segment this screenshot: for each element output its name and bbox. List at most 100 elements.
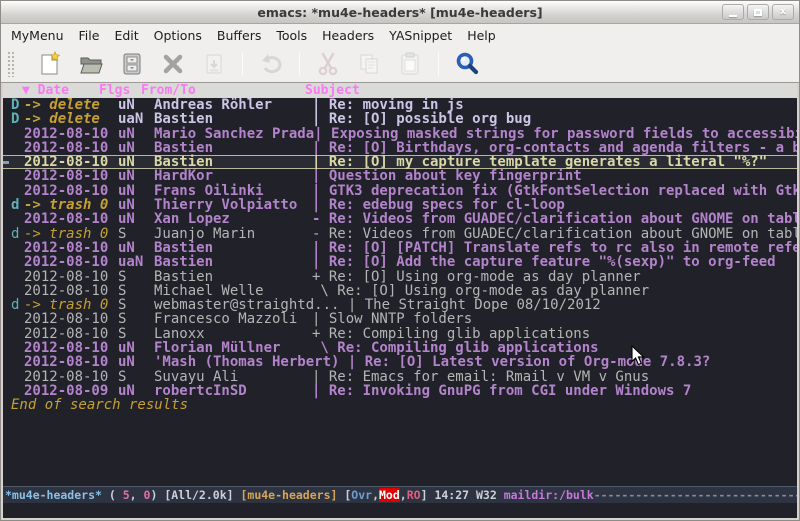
mark-field: [11, 169, 24, 183]
flags-field: S: [118, 327, 154, 341]
from-field: Michael Welle: [154, 284, 312, 298]
menu-item-headers[interactable]: Headers: [322, 28, 374, 43]
message-row[interactable]: 2012-08-10uNMario Sanchez Prada| Exposin…: [3, 127, 797, 141]
from-field: Xan Lopez: [154, 212, 312, 226]
subject-field: + Re: [O] Using org-mode as day planner: [312, 270, 641, 284]
message-row[interactable]: D-> deleteuNAndreas Röhler| Re: moving i…: [3, 98, 797, 112]
message-row[interactable]: 2012-08-10uNBastien| Re: [O] my capture …: [3, 155, 797, 169]
toolbar-separator: [438, 52, 439, 76]
message-row[interactable]: 2012-08-10uNBastien| Re: [O] Birthdays, …: [3, 141, 797, 155]
message-row[interactable]: 2012-08-10uaNBastien| Re: [O] Add the ca…: [3, 255, 797, 269]
flags-field: S: [118, 312, 154, 326]
message-row[interactable]: 2012-08-10SFrancesco Mazzoli| Slow NNTP …: [3, 312, 797, 326]
new-file-button[interactable]: [37, 51, 63, 77]
message-row[interactable]: 2012-08-10SSuvayu Ali| Re: Emacs for ema…: [3, 370, 797, 384]
modeline-segment: [mu4e-headers]: [240, 488, 344, 502]
menu-item-buffers[interactable]: Buffers: [217, 28, 261, 43]
mark-field: [11, 141, 24, 155]
from-field: 'Mash (Thomas Herbert): [154, 355, 339, 369]
from-field: Bastien: [154, 255, 312, 269]
subject-field: \ Re: Compiling glib applications: [312, 341, 599, 355]
open-file-button[interactable]: [78, 51, 104, 77]
modeline-segment: ]: [421, 488, 435, 502]
mark-field: [11, 341, 24, 355]
menu-item-edit[interactable]: Edit: [114, 28, 138, 43]
date-field: 2012-08-10: [24, 284, 118, 298]
menu-item-options[interactable]: Options: [154, 28, 202, 43]
minimize-button[interactable]: [722, 4, 744, 20]
message-row[interactable]: 2012-08-10uNXan Lopez- Re: Videos from G…: [3, 212, 797, 226]
from-field: Mario Sanchez Prada: [154, 127, 314, 141]
modeline-segment: RO: [407, 488, 421, 502]
date-field: 2012-08-10: [24, 241, 118, 255]
mark-field: [11, 370, 24, 384]
mark-field: [11, 355, 24, 369]
message-row[interactable]: 2012-08-09uNrobertcInSD| Re: Invoking Gn…: [3, 384, 797, 398]
subject-field: | Re: Emacs for email: Rmail v VM v Gnus: [312, 370, 649, 384]
from-field: Bastien: [154, 270, 312, 284]
from-field: Frans Oilinki: [154, 184, 312, 198]
close-button[interactable]: x: [772, 4, 794, 20]
modeline-segment: maildir:/bulk: [504, 488, 594, 502]
flags-field: S: [118, 370, 154, 384]
message-row[interactable]: 2012-08-10uNFlorian Müllner \ Re: Compil…: [3, 341, 797, 355]
flags-field: S: [118, 298, 154, 312]
modeline-segment: ): [150, 488, 164, 502]
flags-field: S: [118, 227, 154, 241]
date-field: 2012-08-10: [24, 255, 118, 269]
message-row[interactable]: d-> trash 0SJuanjo Marin- Re: Videos fro…: [3, 227, 797, 241]
modeline-segment: Ovr: [351, 488, 372, 502]
clipboard-icon: [397, 51, 423, 77]
message-row[interactable]: 2012-08-10uNFrans Oilinki| GTK3 deprecat…: [3, 184, 797, 198]
new-file-icon: [38, 51, 62, 77]
from-field: Bastien: [154, 112, 312, 126]
buffer-empty-area: [3, 413, 797, 486]
date-field: 2012-08-10: [24, 141, 118, 155]
save-buffer-button[interactable]: [119, 51, 145, 77]
toolbar-grip-handle[interactable]: [7, 51, 14, 77]
date-field: 2012-08-10: [24, 212, 118, 226]
tool-bar: [1, 46, 799, 83]
message-row[interactable]: 2012-08-10uNHardKor| Question about key …: [3, 169, 797, 183]
date-field: -> delete: [24, 98, 118, 112]
message-row[interactable]: D-> deleteuaNBastien| Re: [O] possible o…: [3, 112, 797, 126]
message-row[interactable]: 2012-08-10SLanoxx+ Re: Compiling glib ap…: [3, 327, 797, 341]
menu-item-yasnippet[interactable]: YASnippet: [389, 28, 452, 43]
modeline-segment: 14:27 W32: [434, 488, 503, 502]
menu-bar: MyMenu File Edit Options Buffers Tools Headers…: [1, 24, 799, 46]
flags-field: uN: [118, 241, 154, 255]
message-row[interactable]: 2012-08-10uN'Mash (Thomas Herbert) | Re:…: [3, 355, 797, 369]
save-as-button: [201, 51, 227, 77]
save-as-icon: [202, 51, 226, 77]
menu-item-help[interactable]: Help: [467, 28, 496, 43]
menu-item-mymenu[interactable]: MyMenu: [11, 28, 64, 43]
sort-descending-icon: ▼: [22, 83, 30, 98]
menu-item-file[interactable]: File: [79, 28, 100, 43]
flags-field: uN: [118, 141, 154, 155]
subject-field: | Re: moving in js: [312, 98, 464, 112]
menu-item-tools[interactable]: Tools: [276, 28, 307, 43]
date-field: 2012-08-10: [24, 184, 118, 198]
modeline-segment: *mu4e-headers*: [5, 488, 102, 502]
message-row[interactable]: 2012-08-10uNBastien| Re: [O] [PATCH] Tra…: [3, 241, 797, 255]
close-buffer-button[interactable]: [160, 51, 186, 77]
from-field: webmaster@straightd...: [154, 298, 339, 312]
title-bar[interactable]: emacs: *mu4e-headers* [mu4e-headers] x: [1, 1, 799, 24]
message-row[interactable]: 2012-08-10SMichael Welle \ Re: [O] Using…: [3, 284, 797, 298]
modeline-segment: [All/2.0k]: [164, 488, 240, 502]
flags-field: uN: [118, 169, 154, 183]
search-button[interactable]: [454, 51, 480, 77]
from-field: HardKor: [154, 169, 312, 183]
flags-field: uN: [118, 184, 154, 198]
subject-field: | Slow NNTP folders: [312, 312, 472, 326]
message-row[interactable]: d-> trash 0uNThierry Volpiatto| Re: edeb…: [3, 198, 797, 212]
mark-field: [11, 212, 24, 226]
message-row[interactable]: d-> trash 0Swebmaster@straightd... | The…: [3, 298, 797, 312]
subject-field: | Re: [O] Birthdays, org-contacts and ag…: [312, 141, 799, 155]
message-row[interactable]: 2012-08-10SBastien+ Re: [O] Using org-mo…: [3, 270, 797, 284]
toolbar-separator: [242, 52, 243, 76]
echo-area[interactable]: [3, 503, 797, 518]
maximize-button[interactable]: [747, 4, 769, 20]
from-field: robertcInSD: [154, 384, 312, 398]
open-folder-icon: [78, 51, 104, 77]
